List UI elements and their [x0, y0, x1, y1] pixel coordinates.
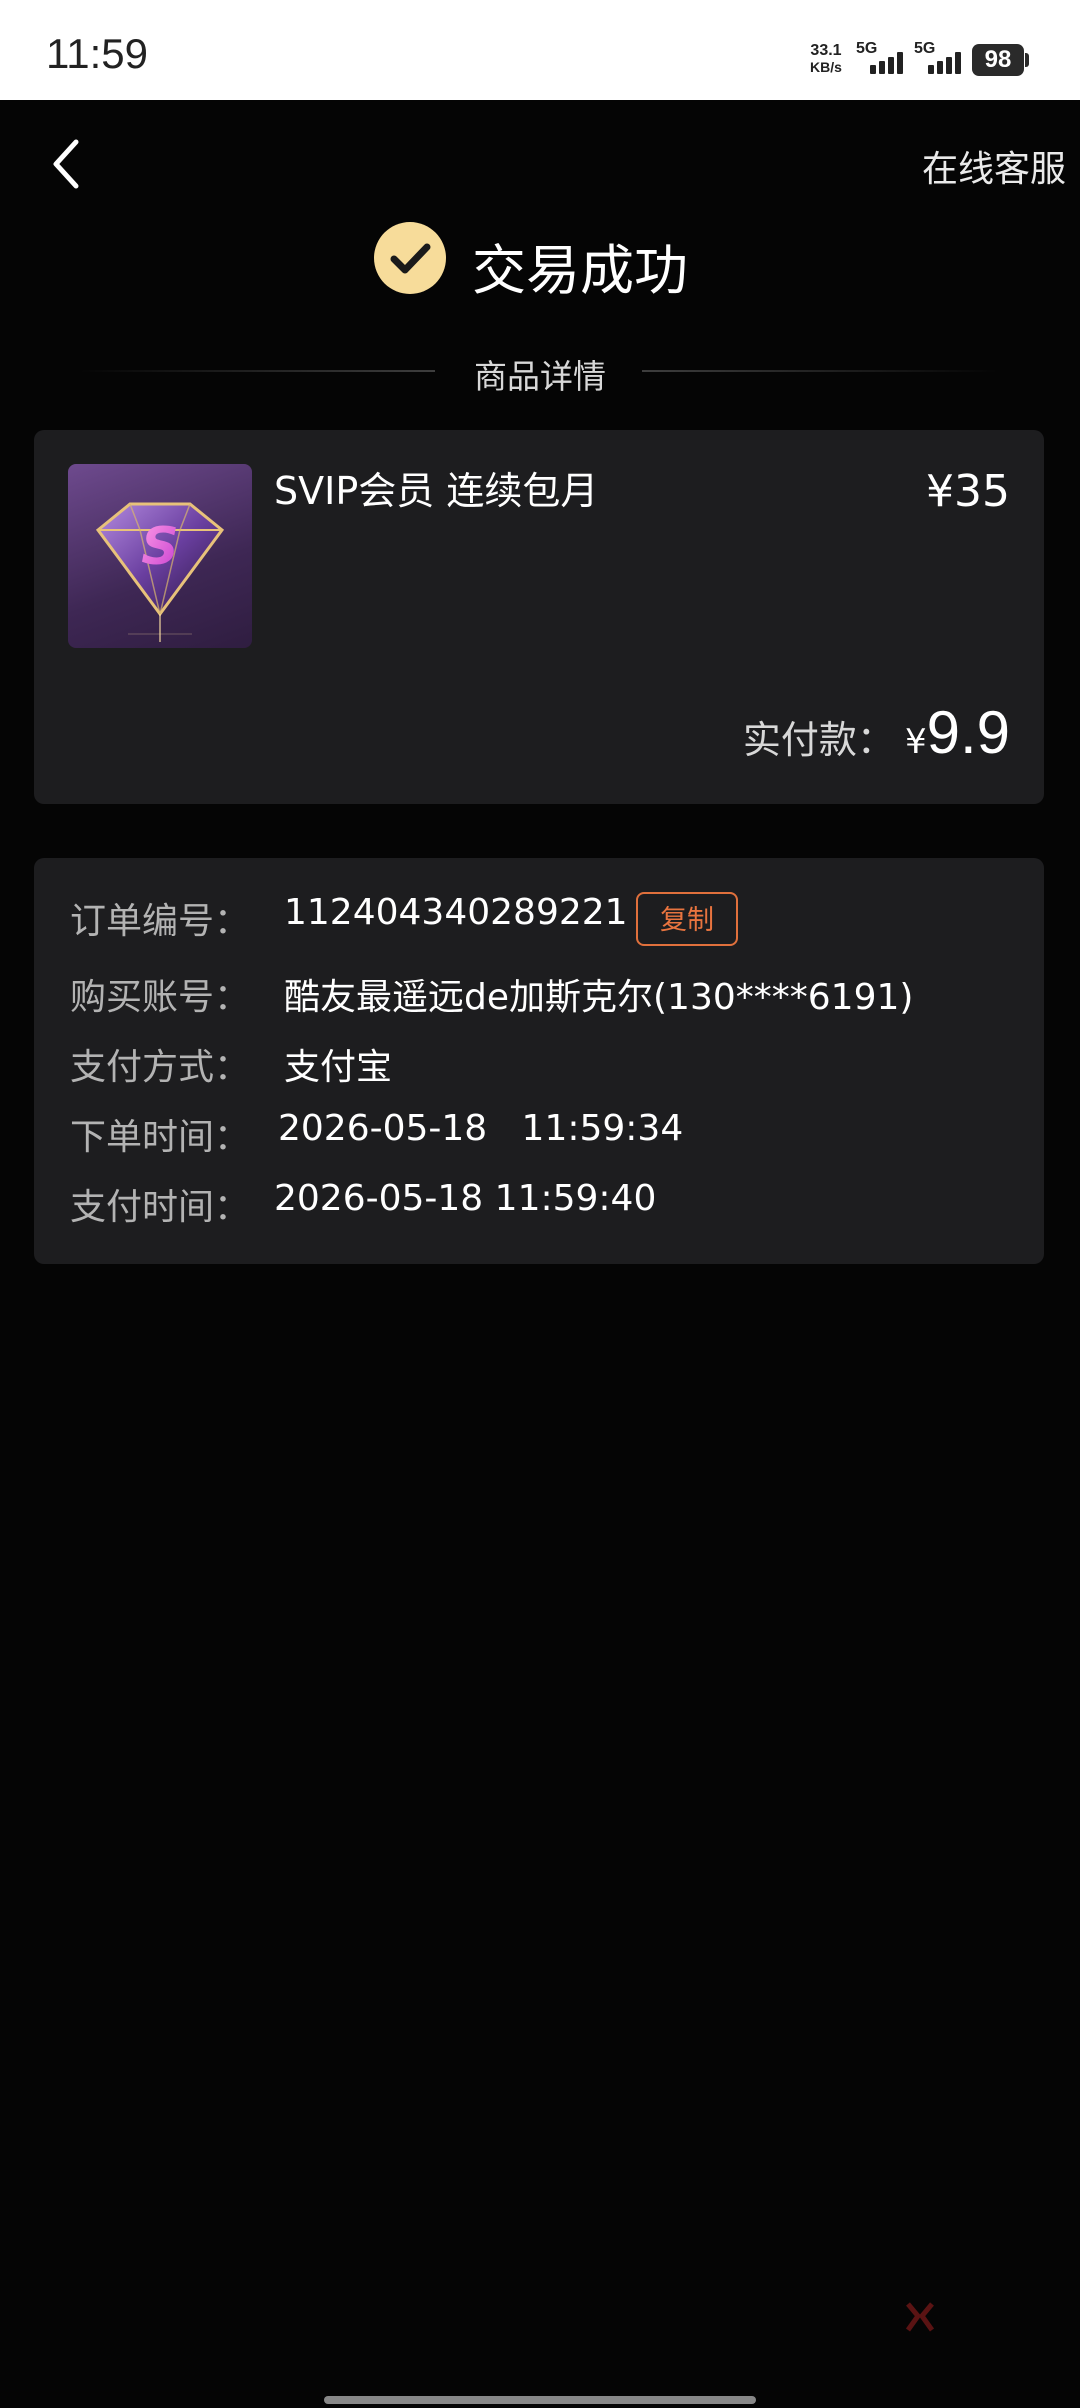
paid-amount: 9.9	[926, 699, 1010, 766]
watermark-logo	[904, 2300, 1044, 2340]
sim2-network-label: 5G	[914, 40, 936, 57]
order-number-label: 订单编号：	[70, 901, 251, 942]
result-header: 交易成功	[0, 222, 1080, 302]
product-price: ¥35	[926, 466, 1010, 517]
product-card[interactable]: S SVIP会员 连续包月 ¥35 实付款： ¥9.9	[34, 430, 1044, 804]
back-button[interactable]	[44, 134, 94, 194]
order-info-card: 订单编号： 112404340289221 复制 购买账号： 酷友最遥远de加斯…	[34, 858, 1044, 1264]
account-label: 购买账号：	[70, 977, 251, 1018]
paid-row: 实付款： ¥9.9	[743, 698, 1010, 768]
payment-time-label: 支付时间：	[70, 1187, 251, 1228]
network-speed: 33.1 KB/s	[804, 42, 848, 76]
home-indicator[interactable]	[324, 2396, 756, 2404]
online-service-link[interactable]: 在线客服	[922, 140, 1066, 192]
section-title: 商品详情	[474, 357, 606, 396]
status-time: 11:59	[46, 30, 148, 77]
status-bar: 11:59 33.1 KB/s 5G 5G 98	[0, 0, 1080, 100]
order-time-value: 2026-05-18 11:59:34	[278, 1108, 684, 1149]
paid-currency: ¥	[904, 722, 927, 762]
result-title: 交易成功	[472, 239, 688, 302]
copy-button[interactable]: 复制	[636, 892, 738, 946]
check-circle-icon	[374, 222, 446, 294]
network-speed-unit: KB/s	[810, 59, 842, 75]
signal-icon-sim1: 5G	[856, 40, 908, 78]
diamond-letter: S	[141, 517, 178, 577]
product-image: S	[68, 464, 252, 648]
payment-time-value: 2026-05-18 11:59:40	[274, 1178, 657, 1219]
network-speed-value: 33.1	[810, 42, 842, 59]
sim1-network-label: 5G	[856, 40, 878, 57]
back-arrow-icon	[53, 139, 79, 189]
paid-label: 实付款：	[742, 718, 895, 762]
payment-method-label: 支付方式：	[70, 1047, 251, 1088]
signal-icon-sim2: 5G	[914, 40, 966, 78]
diamond-icon: S	[95, 502, 225, 642]
battery-icon: 98	[972, 44, 1024, 76]
order-number-value: 112404340289221	[284, 892, 628, 933]
account-value: 酷友最遥远de加斯克尔(130****6191)	[284, 977, 914, 1018]
battery-cap	[1025, 53, 1029, 67]
payment-method-value: 支付宝	[284, 1047, 393, 1088]
product-name: SVIP会员 连续包月	[274, 469, 599, 513]
order-time-label: 下单时间：	[70, 1117, 251, 1158]
divider-right	[642, 370, 997, 372]
